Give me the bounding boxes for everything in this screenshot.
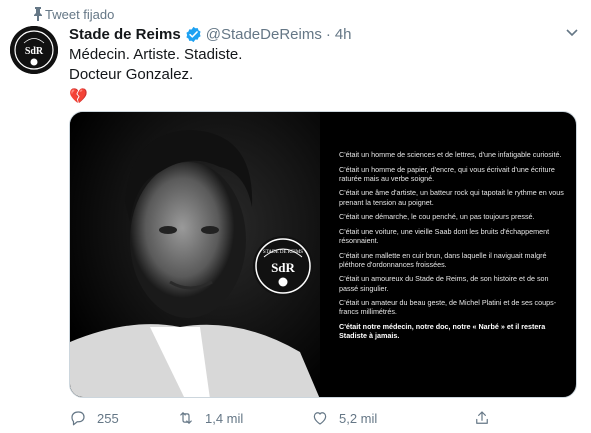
retweet-icon [180,412,192,424]
tribute-paragraph: C'était une voiture, une vieille Saab do… [339,226,550,245]
pinned-indicator: Tweet fijado [34,4,115,24]
tweet-line-2: Docteur Gonzalez. [69,66,194,83]
account-name[interactable]: Stade de Reims [69,26,181,43]
tribute-text: C'était un homme de sciences et de lettr… [339,150,569,346]
tweet-time[interactable]: 4h [335,26,352,43]
like-button[interactable]: 5,2 mil [311,407,377,429]
share-button[interactable] [473,407,501,429]
reply-icon [71,411,85,426]
crest-text: STADE DE REIMS [263,250,303,255]
like-count: 5,2 mil [339,410,378,426]
reply-button[interactable]: 255 [69,407,119,429]
heart-icon [313,412,327,425]
retweet-button[interactable]: 1,4 mil [177,407,243,429]
tribute-paragraph: C'était un homme de papier, d'encre, qui… [339,164,555,183]
verified-badge-icon [186,26,201,42]
tribute-paragraph: C'était un homme de sciences et de lettr… [339,150,562,159]
crest-initials: SdR [271,260,295,275]
tribute-paragraph: C'était une âme d'artiste, un batteur ro… [339,188,564,207]
tweet-media-image[interactable]: STADE DE REIMS SdR C'était un homme de s… [69,111,577,398]
tweet-actions: 255 1,4 mil 5,2 mil [69,407,509,429]
tribute-paragraph: C'était une démarche, le cou penché, un … [339,212,535,222]
tribute-paragraph: C'était un amoureux du Stade de Reims, d… [339,274,549,293]
pin-icon [34,7,42,21]
pinned-label: Tweet fijado [45,6,115,22]
tweet-line-1: Médecin. Artiste. Stadiste. [69,46,243,63]
broken-heart-emoji: 💔 [69,88,88,105]
tweet-header: Stade de Reims @StadeDeReims · 4h [69,24,352,44]
avatar[interactable]: SdR [10,26,58,74]
share-icon [476,411,488,424]
retweet-count: 1,4 mil [205,410,244,426]
tweet-text: Médecin. Artiste. Stadiste. Docteur Gonz… [69,45,569,107]
more-options-icon[interactable] [565,28,579,38]
club-crest-icon: STADE DE REIMS SdR [253,236,313,296]
club-crest-icon: SdR [10,26,58,74]
reply-count: 255 [97,410,119,426]
account-handle[interactable]: @StadeDeReims [206,26,322,43]
separator-dot: · [325,25,331,43]
avatar-initials: SdR [25,46,44,57]
tribute-closing: C'était notre médecin, notre doc, notre … [339,321,546,341]
tribute-paragraph: C'était une mallette en cuir brun, dans … [339,250,547,269]
tribute-paragraph: C'était un amateur du beau geste, de Mic… [339,298,557,317]
